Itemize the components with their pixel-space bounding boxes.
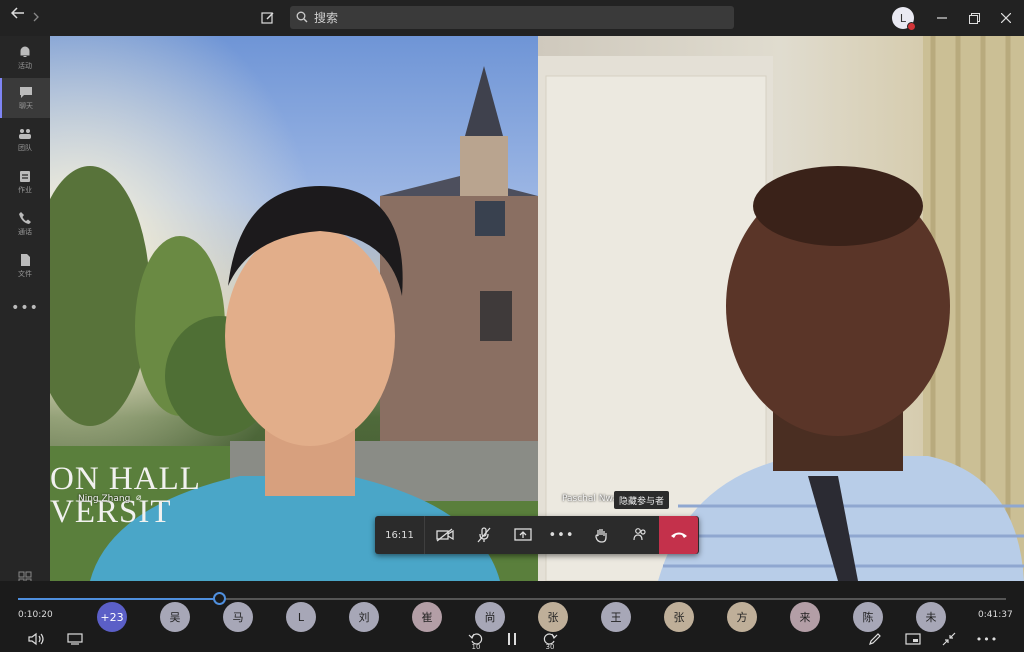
participants-icon bbox=[632, 528, 646, 541]
mic-muted-icon: ⌀ bbox=[136, 493, 142, 503]
participant-avatar-strip: +23 吴 马 L 刘 崔 尚 张 王 张 方 来 陈 未 bbox=[97, 602, 977, 632]
assignments-icon bbox=[20, 171, 30, 182]
phone-icon bbox=[19, 212, 31, 224]
participant-avatar[interactable]: 王 bbox=[601, 602, 631, 632]
seek-progress bbox=[18, 598, 220, 600]
participant-video-right: Paschal Nwak bbox=[538, 36, 1024, 581]
rail-label: 作业 bbox=[18, 186, 32, 194]
hang-up-button[interactable] bbox=[659, 516, 698, 554]
meeting-video-stage: ON HALL VERSIT Ning Zhang ⌀ Paschal Nwak bbox=[50, 36, 1024, 581]
hide-participants-tooltip: 隐藏参与者 bbox=[614, 491, 670, 509]
participant-avatar[interactable]: 尚 bbox=[475, 602, 505, 632]
more-participants-badge[interactable]: +23 bbox=[97, 602, 127, 632]
total-duration: 0:41:37 bbox=[978, 610, 1013, 620]
pause-icon bbox=[508, 633, 516, 645]
rail-item-activity[interactable]: 活动 bbox=[0, 38, 50, 78]
participant-avatar[interactable]: 来 bbox=[790, 602, 820, 632]
presence-busy-icon bbox=[907, 22, 916, 31]
call-timer: 16:11 bbox=[375, 516, 425, 554]
rail-label: 文件 bbox=[18, 270, 32, 278]
camera-off-button[interactable] bbox=[425, 516, 464, 554]
participant-name-left: Ning Zhang bbox=[78, 494, 131, 504]
participant-avatar[interactable]: 崔 bbox=[412, 602, 442, 632]
player-more-button[interactable]: ••• bbox=[975, 631, 999, 647]
rail-label: 团队 bbox=[18, 144, 32, 152]
volume-button[interactable] bbox=[28, 631, 46, 647]
minimize-icon[interactable] bbox=[934, 10, 950, 26]
captions-icon bbox=[67, 633, 83, 645]
participant-avatar[interactable]: 张 bbox=[538, 602, 568, 632]
mic-off-button[interactable] bbox=[464, 516, 503, 554]
bell-icon bbox=[20, 46, 30, 57]
title-bar: 搜索 L bbox=[0, 0, 1024, 36]
raise-hand-icon bbox=[594, 529, 607, 543]
mic-off-icon bbox=[477, 527, 490, 543]
participant-avatar[interactable]: 刘 bbox=[349, 602, 379, 632]
more-dots-icon: ••• bbox=[548, 527, 575, 543]
forward-chevron-icon[interactable] bbox=[30, 10, 42, 24]
rail-item-calls[interactable]: 通话 bbox=[0, 204, 50, 244]
more-dots-icon: ••• bbox=[975, 632, 999, 646]
pen-icon bbox=[869, 633, 881, 645]
participant-avatar[interactable]: 吴 bbox=[160, 602, 190, 632]
rail-more-apps[interactable]: ••• bbox=[0, 288, 50, 328]
teams-icon bbox=[19, 129, 31, 139]
raise-hand-button[interactable] bbox=[581, 516, 620, 554]
search-icon bbox=[296, 8, 308, 27]
forward-button[interactable]: 30 bbox=[540, 629, 560, 651]
new-chat-compose-icon[interactable] bbox=[259, 9, 277, 27]
search-placeholder: 搜索 bbox=[314, 11, 339, 25]
camera-off-icon bbox=[435, 528, 454, 542]
rewind-seconds: 10 bbox=[471, 643, 481, 651]
user-avatar[interactable]: L bbox=[892, 7, 916, 31]
banner-text-line-1: ON HALL bbox=[50, 461, 201, 497]
rail-item-teams[interactable]: 团队 bbox=[0, 120, 50, 160]
teams-meeting-window: { "titlebar": { "search_placeholder": "搜… bbox=[0, 0, 1024, 652]
picture-in-picture-button[interactable] bbox=[904, 632, 922, 646]
participant-video-left: ON HALL VERSIT Ning Zhang ⌀ bbox=[50, 36, 538, 581]
show-participants-button[interactable] bbox=[620, 516, 659, 554]
share-screen-button[interactable] bbox=[503, 516, 542, 554]
rewind-button[interactable]: 10 bbox=[466, 629, 486, 651]
left-app-rail: 活动 聊天 团队 作业 通话 文件 ••• bbox=[0, 36, 50, 596]
hang-up-icon bbox=[670, 532, 687, 538]
participant-avatar[interactable]: 张 bbox=[664, 602, 694, 632]
seek-track[interactable] bbox=[18, 598, 1006, 600]
exit-fullscreen-button[interactable] bbox=[940, 631, 958, 647]
captions-button[interactable] bbox=[66, 632, 84, 646]
rail-label: 活动 bbox=[18, 62, 32, 70]
rail-item-chat[interactable]: 聊天 bbox=[0, 78, 50, 118]
rail-label: 聊天 bbox=[19, 102, 33, 110]
participant-avatar[interactable]: 陈 bbox=[853, 602, 883, 632]
forward-seconds: 30 bbox=[545, 643, 555, 651]
volume-icon bbox=[28, 632, 44, 646]
call-controls: 16:11 ••• bbox=[375, 516, 699, 554]
exit-fullscreen-icon bbox=[942, 632, 956, 646]
user-avatar-initial: L bbox=[899, 11, 907, 25]
share-screen-icon bbox=[513, 528, 532, 541]
close-icon[interactable] bbox=[998, 10, 1014, 26]
back-arrow-icon[interactable] bbox=[8, 5, 28, 21]
elapsed-time: 0:10:20 bbox=[18, 610, 53, 620]
rail-item-assignments[interactable]: 作业 bbox=[0, 162, 50, 202]
pause-button[interactable] bbox=[503, 631, 521, 647]
search-box[interactable]: 搜索 bbox=[290, 6, 734, 29]
annotate-pen-button[interactable] bbox=[866, 631, 884, 647]
participant-avatar[interactable]: L bbox=[286, 602, 316, 632]
more-dots-icon: ••• bbox=[11, 300, 39, 316]
chat-icon bbox=[20, 87, 32, 98]
participant-avatar[interactable]: 未 bbox=[916, 602, 946, 632]
participant-avatar[interactable]: 方 bbox=[727, 602, 757, 632]
picture-in-picture-icon bbox=[905, 633, 921, 645]
file-icon bbox=[21, 254, 30, 266]
rail-label: 通话 bbox=[18, 228, 32, 236]
restore-icon[interactable] bbox=[966, 10, 982, 26]
rail-item-files[interactable]: 文件 bbox=[0, 246, 50, 286]
participant-avatar[interactable]: 马 bbox=[223, 602, 253, 632]
more-actions-button[interactable]: ••• bbox=[542, 516, 581, 554]
